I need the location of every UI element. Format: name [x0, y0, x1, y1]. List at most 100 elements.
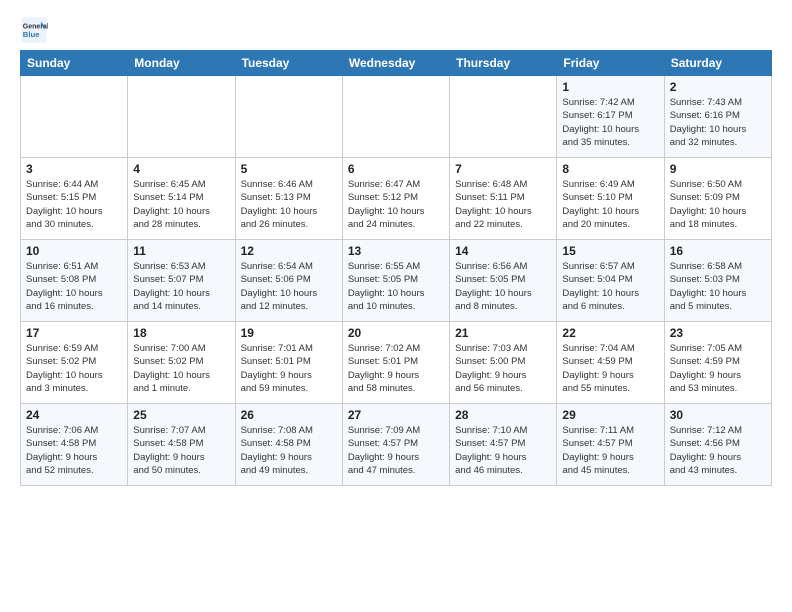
day-number: 19: [241, 326, 337, 340]
calendar-cell: 19 Sunrise: 7:01 AM Sunset: 5:01 PM Dayli…: [235, 322, 342, 404]
day-number: 15: [562, 244, 658, 258]
day-number: 9: [670, 162, 766, 176]
day-info: Sunrise: 6:45 AM Sunset: 5:14 PM Dayligh…: [133, 178, 229, 231]
calendar-cell: 2 Sunrise: 7:43 AM Sunset: 6:16 PM Daylig…: [664, 76, 771, 158]
day-info: Sunrise: 6:53 AM Sunset: 5:07 PM Dayligh…: [133, 260, 229, 313]
weekday-header-saturday: Saturday: [664, 51, 771, 76]
day-number: 3: [26, 162, 122, 176]
day-info: Sunrise: 7:43 AM Sunset: 6:16 PM Dayligh…: [670, 96, 766, 149]
day-number: 14: [455, 244, 551, 258]
calendar-cell: 17Sunrise: 6:59 AM Sunset: 5:02 PM Dayli…: [21, 322, 128, 404]
calendar-cell: 26Sunrise: 7:08 AM Sunset: 4:58 PM Dayli…: [235, 404, 342, 486]
calendar-cell: 28Sunrise: 7:10 AM Sunset: 4:57 PM Dayli…: [450, 404, 557, 486]
day-number: 7: [455, 162, 551, 176]
day-info: Sunrise: 7:42 AM Sunset: 6:17 PM Dayligh…: [562, 96, 658, 149]
logo-icon: General Blue: [20, 16, 48, 44]
calendar-table: SundayMondayTuesdayWednesdayThursdayFrid…: [20, 50, 772, 486]
day-number: 2: [670, 80, 766, 94]
day-number: 20: [348, 326, 444, 340]
calendar-cell: 12 Sunrise: 6:54 AM Sunset: 5:06 PM Dayli…: [235, 240, 342, 322]
calendar-cell: 20Sunrise: 7:02 AM Sunset: 5:01 PM Dayli…: [342, 322, 449, 404]
day-info: Sunrise: 6:49 AM Sunset: 5:10 PM Dayligh…: [562, 178, 658, 231]
calendar-cell: 9Sunrise: 6:50 AM Sunset: 5:09 PM Daylig…: [664, 158, 771, 240]
day-number: 10: [26, 244, 122, 258]
calendar-cell: 10Sunrise: 6:51 AM Sunset: 5:08 PM Dayli…: [21, 240, 128, 322]
calendar-cell: 13 Sunrise: 6:55 AM Sunset: 5:05 PM Dayli…: [342, 240, 449, 322]
calendar-cell: 22 Sunrise: 7:04 AM Sunset: 4:59 PM Dayli…: [557, 322, 664, 404]
weekday-header-friday: Friday: [557, 51, 664, 76]
day-number: 12: [241, 244, 337, 258]
day-info: Sunrise: 7:01 AM Sunset: 5:01 PM Dayligh…: [241, 342, 337, 395]
day-number: 27: [348, 408, 444, 422]
day-info: Sunrise: 6:46 AM Sunset: 5:13 PM Dayligh…: [241, 178, 337, 231]
day-number: 5: [241, 162, 337, 176]
day-info: Sunrise: 6:55 AM Sunset: 5:05 PM Dayligh…: [348, 260, 444, 313]
weekday-header-thursday: Thursday: [450, 51, 557, 76]
day-number: 23: [670, 326, 766, 340]
calendar-week-5: 24 Sunrise: 7:06 AM Sunset: 4:58 PM Dayli…: [21, 404, 772, 486]
svg-text:Blue: Blue: [23, 30, 40, 39]
calendar-cell: 29 Sunrise: 7:11 AM Sunset: 4:57 PM Dayli…: [557, 404, 664, 486]
day-info: Sunrise: 6:56 AM Sunset: 5:05 PM Dayligh…: [455, 260, 551, 313]
day-info: Sunrise: 7:09 AM Sunset: 4:57 PM Dayligh…: [348, 424, 444, 477]
page: General Blue SundayMondayTuesdayWednesda…: [0, 0, 792, 496]
day-number: 4: [133, 162, 229, 176]
day-info: Sunrise: 7:11 AM Sunset: 4:57 PM Dayligh…: [562, 424, 658, 477]
logo: General Blue: [20, 16, 52, 44]
day-number: 25: [133, 408, 229, 422]
day-info: Sunrise: 6:59 AM Sunset: 5:02 PM Dayligh…: [26, 342, 122, 395]
day-number: 22: [562, 326, 658, 340]
day-number: 30: [670, 408, 766, 422]
calendar-cell: 27 Sunrise: 7:09 AM Sunset: 4:57 PM Dayli…: [342, 404, 449, 486]
day-info: Sunrise: 6:57 AM Sunset: 5:04 PM Dayligh…: [562, 260, 658, 313]
calendar-cell: 8 Sunrise: 6:49 AM Sunset: 5:10 PM Daylig…: [557, 158, 664, 240]
calendar-cell: 21 Sunrise: 7:03 AM Sunset: 5:00 PM Dayli…: [450, 322, 557, 404]
calendar-cell: 6 Sunrise: 6:47 AM Sunset: 5:12 PM Daylig…: [342, 158, 449, 240]
calendar-cell: 5 Sunrise: 6:46 AM Sunset: 5:13 PM Daylig…: [235, 158, 342, 240]
day-info: Sunrise: 6:58 AM Sunset: 5:03 PM Dayligh…: [670, 260, 766, 313]
calendar-cell: 18Sunrise: 7:00 AM Sunset: 5:02 PM Dayli…: [128, 322, 235, 404]
day-info: Sunrise: 6:48 AM Sunset: 5:11 PM Dayligh…: [455, 178, 551, 231]
calendar-cell: 30 Sunrise: 7:12 AM Sunset: 4:56 PM Dayli…: [664, 404, 771, 486]
day-info: Sunrise: 6:47 AM Sunset: 5:12 PM Dayligh…: [348, 178, 444, 231]
calendar-cell: 23Sunrise: 7:05 AM Sunset: 4:59 PM Dayli…: [664, 322, 771, 404]
calendar-week-2: 3 Sunrise: 6:44 AM Sunset: 5:15 PM Daylig…: [21, 158, 772, 240]
calendar-cell: 14 Sunrise: 6:56 AM Sunset: 5:05 PM Dayli…: [450, 240, 557, 322]
day-info: Sunrise: 7:12 AM Sunset: 4:56 PM Dayligh…: [670, 424, 766, 477]
calendar-cell: 4 Sunrise: 6:45 AM Sunset: 5:14 PM Daylig…: [128, 158, 235, 240]
day-info: Sunrise: 7:07 AM Sunset: 4:58 PM Dayligh…: [133, 424, 229, 477]
calendar-cell: [342, 76, 449, 158]
calendar-cell: [21, 76, 128, 158]
calendar-cell: 24 Sunrise: 7:06 AM Sunset: 4:58 PM Dayli…: [21, 404, 128, 486]
calendar-cell: 1 Sunrise: 7:42 AM Sunset: 6:17 PM Daylig…: [557, 76, 664, 158]
calendar-week-4: 17Sunrise: 6:59 AM Sunset: 5:02 PM Dayli…: [21, 322, 772, 404]
calendar-cell: [450, 76, 557, 158]
day-number: 1: [562, 80, 658, 94]
day-info: Sunrise: 7:03 AM Sunset: 5:00 PM Dayligh…: [455, 342, 551, 395]
calendar-cell: 15 Sunrise: 6:57 AM Sunset: 5:04 PM Dayli…: [557, 240, 664, 322]
weekday-header-monday: Monday: [128, 51, 235, 76]
day-info: Sunrise: 6:44 AM Sunset: 5:15 PM Dayligh…: [26, 178, 122, 231]
calendar-week-3: 10Sunrise: 6:51 AM Sunset: 5:08 PM Dayli…: [21, 240, 772, 322]
weekday-header-tuesday: Tuesday: [235, 51, 342, 76]
day-number: 29: [562, 408, 658, 422]
day-number: 16: [670, 244, 766, 258]
calendar-cell: [128, 76, 235, 158]
calendar-cell: 25 Sunrise: 7:07 AM Sunset: 4:58 PM Dayli…: [128, 404, 235, 486]
calendar-cell: 7 Sunrise: 6:48 AM Sunset: 5:11 PM Daylig…: [450, 158, 557, 240]
day-info: Sunrise: 7:06 AM Sunset: 4:58 PM Dayligh…: [26, 424, 122, 477]
day-number: 18: [133, 326, 229, 340]
day-number: 24: [26, 408, 122, 422]
day-number: 21: [455, 326, 551, 340]
header: General Blue: [20, 16, 772, 44]
day-info: Sunrise: 6:54 AM Sunset: 5:06 PM Dayligh…: [241, 260, 337, 313]
calendar-week-1: 1 Sunrise: 7:42 AM Sunset: 6:17 PM Daylig…: [21, 76, 772, 158]
day-number: 6: [348, 162, 444, 176]
weekday-header-sunday: Sunday: [21, 51, 128, 76]
calendar-cell: 16 Sunrise: 6:58 AM Sunset: 5:03 PM Dayli…: [664, 240, 771, 322]
day-number: 28: [455, 408, 551, 422]
day-number: 13: [348, 244, 444, 258]
day-info: Sunrise: 7:08 AM Sunset: 4:58 PM Dayligh…: [241, 424, 337, 477]
day-number: 8: [562, 162, 658, 176]
day-info: Sunrise: 7:04 AM Sunset: 4:59 PM Dayligh…: [562, 342, 658, 395]
